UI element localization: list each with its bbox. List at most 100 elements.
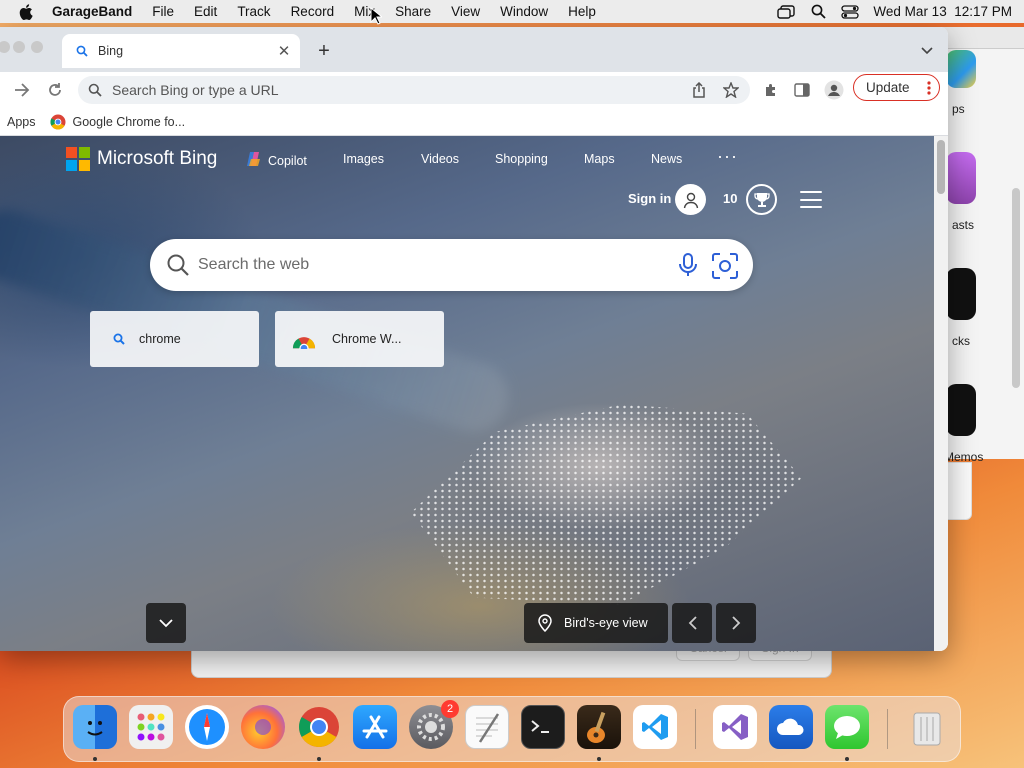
dock-separator <box>887 709 888 749</box>
menu-clock[interactable]: Wed Mar 13 12:17 PM <box>873 4 1012 19</box>
safari-icon[interactable] <box>185 705 229 749</box>
bing-logo-text: Microsoft Bing <box>97 148 218 169</box>
menu-file[interactable]: File <box>142 0 184 23</box>
tab-title: Bing <box>98 44 124 58</box>
mouse-cursor-icon <box>370 6 384 28</box>
system-settings-badge: 2 <box>441 700 459 718</box>
menu-track[interactable]: Track <box>227 0 280 23</box>
url-input[interactable] <box>112 82 672 98</box>
scroll-down-chevron-icon[interactable] <box>146 603 186 643</box>
onedrive-icon[interactable] <box>769 705 813 749</box>
chrome-window: Bing ✕ + Search Bing or type a URL Updat… <box>0 27 948 651</box>
dock-separator <box>695 709 696 749</box>
apple-menu-icon[interactable] <box>0 3 52 20</box>
visual-studio-icon[interactable] <box>713 705 757 749</box>
image-info-button[interactable]: Bird's-eye view <box>524 603 668 643</box>
garageband-icon[interactable] <box>577 705 621 749</box>
dock-running-indicator <box>317 757 321 761</box>
reload-icon[interactable] <box>43 78 67 102</box>
chrome-icon[interactable] <box>297 705 341 749</box>
menu-view[interactable]: View <box>441 0 490 23</box>
messages-icon[interactable] <box>825 705 869 749</box>
nav-news[interactable]: News <box>651 152 682 166</box>
search-icon <box>76 44 90 58</box>
dock-running-indicator <box>93 757 97 761</box>
page-scrollbar-thumb[interactable] <box>937 140 945 194</box>
browser-toolbar: Update <box>0 72 948 108</box>
quick-tile-chrome-web-store[interactable]: Chrome W... <box>275 311 444 367</box>
bing-search-box[interactable] <box>150 239 753 291</box>
extensions-puzzle-icon[interactable] <box>759 78 783 102</box>
quick-tile-chrome-search[interactable]: chrome <box>90 311 259 367</box>
maps-app-icon[interactable] <box>946 50 976 88</box>
voice-memos-app-icon[interactable] <box>946 384 976 436</box>
chrome-web-store-icon <box>292 327 316 351</box>
nav-more-button[interactable]: ··· <box>717 146 738 167</box>
search-web-input[interactable] <box>198 256 658 274</box>
share-icon[interactable] <box>687 78 711 102</box>
bookmark-label: Google Chrome fo... <box>72 114 186 129</box>
microsoft-bing-logo[interactable]: Microsoft Bing <box>66 147 217 171</box>
tab-close-icon[interactable]: ✕ <box>274 41 294 61</box>
nav-copilot[interactable]: Copilot <box>245 151 307 170</box>
side-app-label: cks <box>952 334 970 348</box>
tab-search-chevron-icon[interactable] <box>916 40 938 62</box>
trash-icon[interactable] <box>905 705 949 749</box>
dock-running-indicator <box>845 757 849 761</box>
visual-search-camera-icon[interactable] <box>711 252 739 280</box>
address-bar[interactable] <box>78 76 750 104</box>
hamburger-menu-icon[interactable] <box>800 191 822 208</box>
kebab-menu-icon[interactable] <box>927 80 931 95</box>
menu-app-name[interactable]: GarageBand <box>52 0 142 23</box>
zoom-window-button[interactable] <box>31 41 43 53</box>
terminal-icon[interactable] <box>521 705 565 749</box>
nav-images[interactable]: Images <box>343 152 384 166</box>
close-window-button[interactable] <box>0 41 10 53</box>
rewards-trophy-icon[interactable] <box>746 184 777 215</box>
user-avatar-icon[interactable] <box>675 184 706 215</box>
menu-record[interactable]: Record <box>281 0 345 23</box>
bookmark-apps[interactable]: Apps <box>7 115 36 129</box>
tab-strip: Bing ✕ + <box>0 27 948 72</box>
search-icon <box>166 253 190 277</box>
new-tab-button[interactable]: + <box>312 39 336 63</box>
forward-arrow-icon[interactable] <box>10 78 34 102</box>
page-scrollbar[interactable] <box>934 136 948 651</box>
spotlight-search-icon[interactable] <box>809 4 827 19</box>
microphone-icon[interactable] <box>675 252 701 278</box>
tab-bing[interactable]: Bing ✕ <box>62 34 300 68</box>
nav-videos[interactable]: Videos <box>421 152 459 166</box>
update-label: Update <box>866 80 910 95</box>
next-image-chevron-icon[interactable] <box>716 603 756 643</box>
profile-avatar-icon[interactable] <box>822 78 846 102</box>
nav-shopping[interactable]: Shopping <box>495 152 548 166</box>
dock-running-indicator <box>597 757 601 761</box>
update-chrome-button[interactable]: Update <box>853 74 940 101</box>
side-app-label: asts <box>952 218 975 232</box>
vscode-icon[interactable] <box>633 705 677 749</box>
control-center-icon[interactable] <box>841 4 860 19</box>
menu-help[interactable]: Help <box>558 0 606 23</box>
search-icon <box>107 327 131 351</box>
app-store-icon[interactable] <box>353 705 397 749</box>
location-pin-icon <box>538 614 552 632</box>
minimize-window-button[interactable] <box>13 41 25 53</box>
finder-icon[interactable] <box>73 705 117 749</box>
textedit-icon[interactable] <box>465 705 509 749</box>
nav-maps[interactable]: Maps <box>584 152 615 166</box>
launchpad-icon[interactable] <box>129 705 173 749</box>
previous-image-chevron-icon[interactable] <box>672 603 712 643</box>
bookmark-google-chrome[interactable]: Google Chrome fo... <box>49 114 186 130</box>
menu-share[interactable]: Share <box>385 0 441 23</box>
podcasts-app-icon[interactable] <box>946 152 976 204</box>
side-panel-icon[interactable] <box>790 78 814 102</box>
menu-edit[interactable]: Edit <box>184 0 227 23</box>
menu-window[interactable]: Window <box>490 0 558 23</box>
stocks-app-icon[interactable] <box>946 268 976 320</box>
stage-manager-icon[interactable] <box>777 4 796 19</box>
firefox-icon[interactable] <box>241 705 285 749</box>
background-scrollbar[interactable] <box>1012 188 1020 388</box>
bookmark-star-icon[interactable] <box>719 78 743 102</box>
rewards-points[interactable]: 10 <box>723 191 737 206</box>
sign-in-link[interactable]: Sign in <box>628 191 671 206</box>
